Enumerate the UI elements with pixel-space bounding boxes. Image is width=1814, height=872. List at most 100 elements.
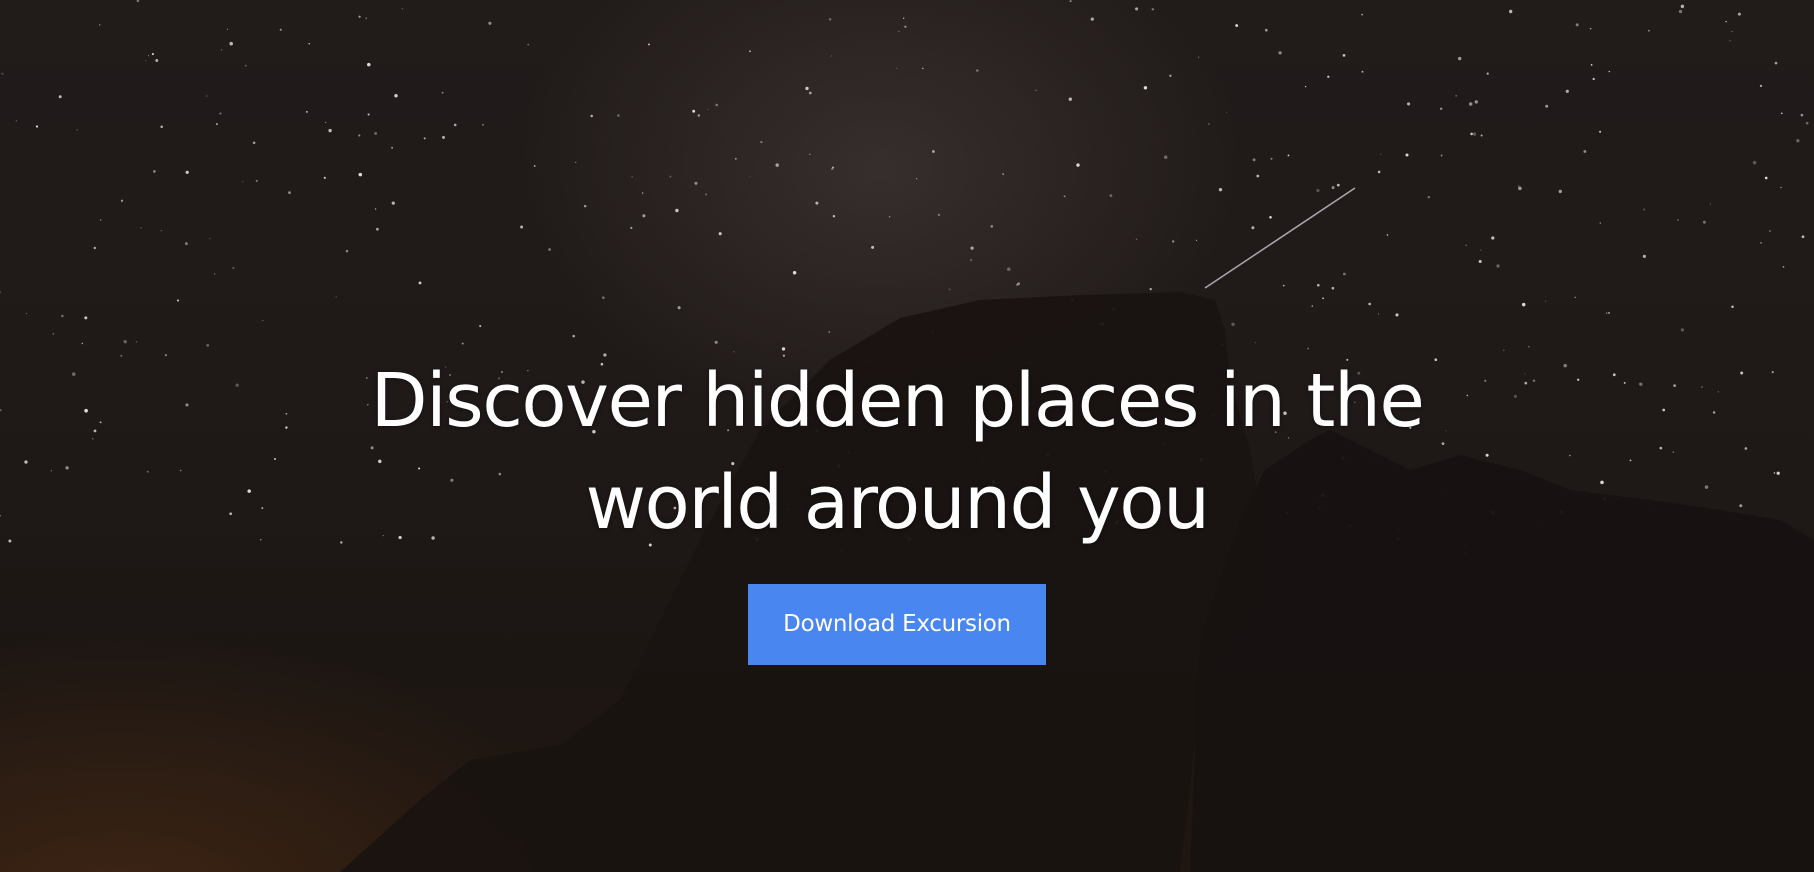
star [35,125,39,128]
star [792,271,797,275]
star [631,176,633,178]
star [136,0,140,3]
star [1395,313,1399,317]
star [1760,241,1763,244]
star [1282,284,1285,287]
star [185,170,189,174]
star [358,15,361,18]
star [1800,113,1804,117]
star [1725,20,1727,23]
star [1592,77,1595,81]
star [805,86,809,91]
star [527,43,530,46]
star [391,201,395,205]
star [575,161,577,163]
star [1361,13,1363,16]
star [583,204,587,208]
star [232,266,235,270]
star [1608,70,1611,73]
star [135,340,138,343]
star [151,53,154,56]
star [898,30,900,32]
star [1405,153,1409,157]
star [1287,154,1290,157]
star [1264,28,1268,32]
star [61,314,64,318]
star [734,157,737,160]
star [81,342,84,345]
star [1647,29,1650,32]
star [1605,312,1608,314]
star [828,17,832,21]
star [916,178,918,180]
star [453,123,457,127]
star [1599,130,1602,133]
star [1474,100,1478,104]
star [184,242,188,246]
star [84,316,88,320]
star [904,25,907,28]
star [1163,155,1168,159]
star [749,175,751,177]
star [1545,300,1547,302]
star [1496,264,1500,268]
star [1197,56,1200,58]
star [306,111,308,113]
star [1311,305,1314,307]
star [871,245,875,249]
star [1465,244,1467,246]
star [1486,72,1489,75]
star [1677,219,1679,221]
star [1169,74,1172,77]
star [714,340,718,344]
star [441,91,444,94]
star [1491,236,1495,240]
star [1590,64,1593,66]
star [1729,39,1731,42]
star [52,333,55,335]
star [76,129,78,131]
star [358,172,363,177]
star [1680,4,1685,9]
star [1678,9,1683,14]
star [602,296,605,300]
star [1796,139,1800,143]
star [948,288,951,291]
star [715,103,718,107]
star [335,296,337,298]
star [461,342,464,345]
star [140,227,142,229]
star [1336,183,1340,187]
star [1322,297,1325,300]
star [1331,186,1335,190]
star [242,181,244,183]
star [922,67,924,70]
star [937,213,941,217]
star [1,72,4,75]
star [1218,188,1223,192]
star [707,108,709,111]
star [401,8,403,10]
star [1731,31,1733,33]
star [215,123,218,126]
star [1764,176,1768,180]
star [1702,220,1706,224]
star [932,150,935,153]
star [325,121,327,124]
star [205,95,208,97]
star [367,113,370,116]
star [1378,313,1380,315]
star [391,146,394,149]
hero-title: Discover hidden places in the world arou… [370,358,1425,546]
star [1304,85,1307,88]
star [1254,342,1256,344]
star [1002,173,1004,175]
download-excursion-button[interactable]: Download Excursion [748,584,1046,665]
star [1575,23,1579,27]
star [1458,56,1462,61]
star [1316,283,1320,287]
star [262,319,264,322]
star [1470,132,1473,136]
star [1368,302,1372,306]
star [1642,254,1647,259]
